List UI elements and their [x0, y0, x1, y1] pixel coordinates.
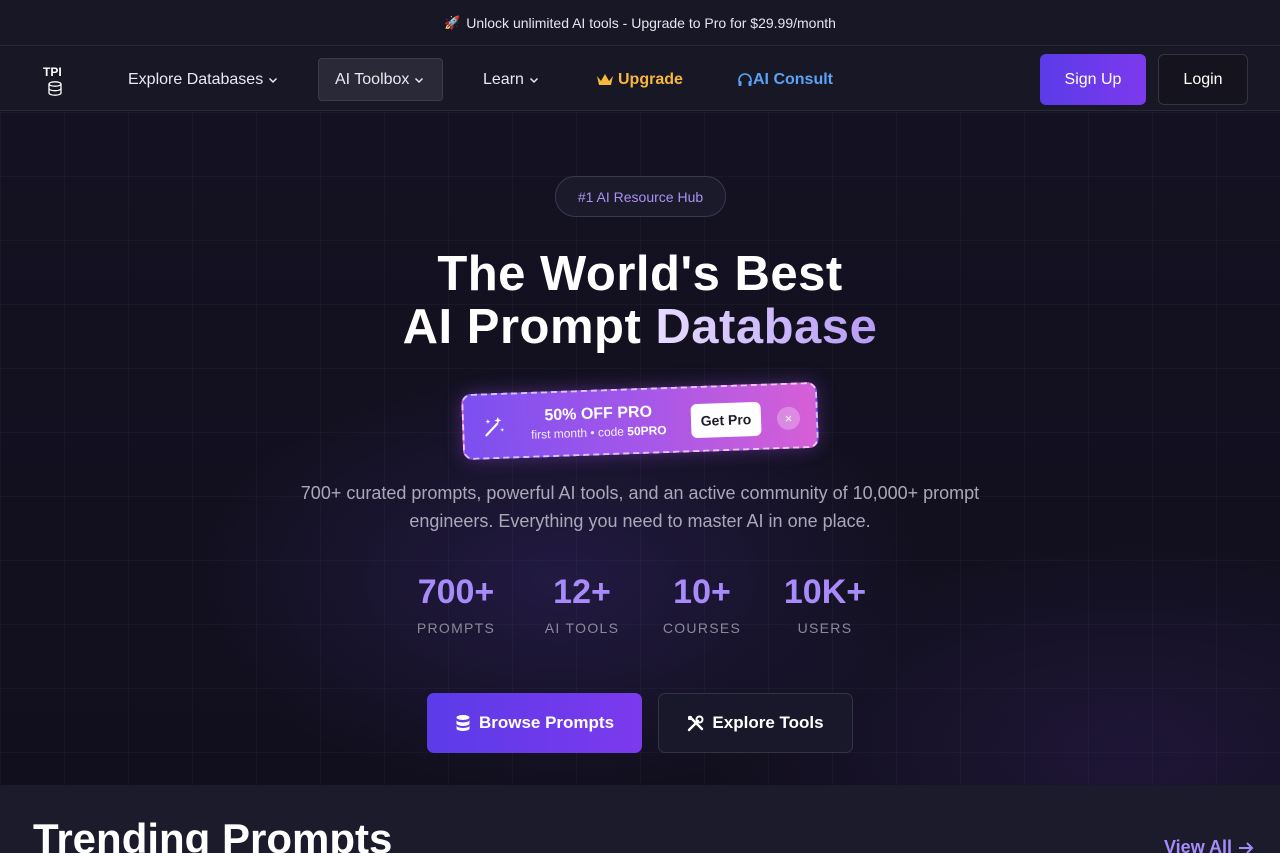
promo-code: 50PRO: [627, 423, 667, 439]
headline-accent: Database: [655, 300, 878, 354]
hero-description: 700+ curated prompts, powerful AI tools,…: [300, 483, 980, 531]
promo-subtitle: first month • code 50PRO: [516, 423, 681, 443]
trending-section: Trending Prompts View All: [0, 785, 1280, 853]
hero-badge: #1 AI Resource Hub: [555, 176, 726, 217]
stat-courses: 10+ COURSES: [652, 572, 752, 636]
nav-upgrade[interactable]: Upgrade: [596, 58, 683, 101]
chevron-down-icon: [529, 77, 538, 83]
stat-ai-tools: 12+ AI TOOLS: [532, 572, 632, 636]
database-icon: [456, 715, 470, 731]
tools-icon: [688, 715, 704, 731]
explore-tools-button[interactable]: Explore Tools: [658, 693, 853, 753]
close-icon[interactable]: ×: [776, 406, 801, 431]
logo-text: TPI: [43, 65, 62, 79]
stat-value: 10K+: [783, 573, 867, 611]
nav-explore-databases[interactable]: Explore Databases: [128, 58, 278, 101]
stat-value: 700+: [417, 573, 495, 611]
nav-explore-databases-label: Explore Databases: [128, 70, 264, 88]
logo-icon: TPI: [43, 65, 62, 96]
stat-label: AI TOOLS: [544, 620, 620, 636]
stat-users: 10K+ USERS: [775, 572, 875, 636]
stat-value: 12+: [553, 573, 611, 611]
stat-value: 10+: [673, 573, 731, 611]
stat-label: PROMPTS: [416, 620, 496, 636]
nav-learn-label: Learn: [483, 70, 524, 88]
hero-section: #1 AI Resource Hub The World's Best AI P…: [0, 112, 1280, 785]
promo-banner[interactable]: 50% OFF PRO first month • code 50PRO Get…: [460, 381, 820, 461]
announcement-text: Unlock unlimited AI tools - Upgrade to P…: [466, 14, 836, 31]
nav-upgrade-label: Upgrade: [618, 70, 683, 88]
promo-sub-prefix: first month • code: [530, 424, 625, 442]
stat-prompts: 700+ PROMPTS: [406, 572, 506, 636]
view-all-link[interactable]: View All: [1164, 837, 1254, 853]
nav-ai-toolbox[interactable]: AI Toolbox: [318, 58, 443, 101]
nav-learn[interactable]: Learn: [483, 58, 539, 101]
browse-prompts-button[interactable]: Browse Prompts: [427, 693, 642, 753]
site-logo[interactable]: TPI: [42, 64, 68, 98]
stat-label: COURSES: [662, 620, 742, 636]
headline-line-2: AI Prompt Database: [0, 301, 1280, 354]
nav-ai-toolbox-label: AI Toolbox: [335, 70, 410, 88]
arrow-right-icon: [1239, 841, 1254, 853]
headline-plain: AI Prompt: [402, 300, 642, 354]
nav-ai-consult-label: AI Consult: [753, 70, 833, 88]
crown-icon: [597, 73, 613, 85]
chevron-down-icon: [415, 77, 424, 83]
headset-icon: [738, 72, 752, 86]
stat-label: USERS: [797, 620, 853, 636]
announcement-bar[interactable]: 🚀 Unlock unlimited AI tools - Upgrade to…: [0, 0, 1280, 46]
trending-title: Trending Prompts: [33, 815, 393, 853]
login-button[interactable]: Login: [1158, 54, 1248, 105]
get-pro-button[interactable]: Get Pro: [690, 401, 762, 439]
browse-prompts-label: Browse Prompts: [478, 713, 615, 732]
view-all-label: View All: [1164, 837, 1233, 853]
explore-tools-label: Explore Tools: [712, 713, 824, 732]
navbar: TPI Explore Databases AI Toolbox Learn U…: [0, 47, 1280, 111]
rocket-icon: 🚀: [444, 14, 461, 30]
chevron-down-icon: [269, 77, 278, 83]
magic-wand-icon: [485, 416, 505, 437]
sign-up-button[interactable]: Sign Up: [1040, 54, 1146, 105]
headline-line-1: The World's Best: [437, 247, 843, 301]
nav-ai-consult[interactable]: AI Consult: [737, 58, 833, 101]
hero-headline: The World's Best AI Prompt Database: [0, 248, 1280, 354]
